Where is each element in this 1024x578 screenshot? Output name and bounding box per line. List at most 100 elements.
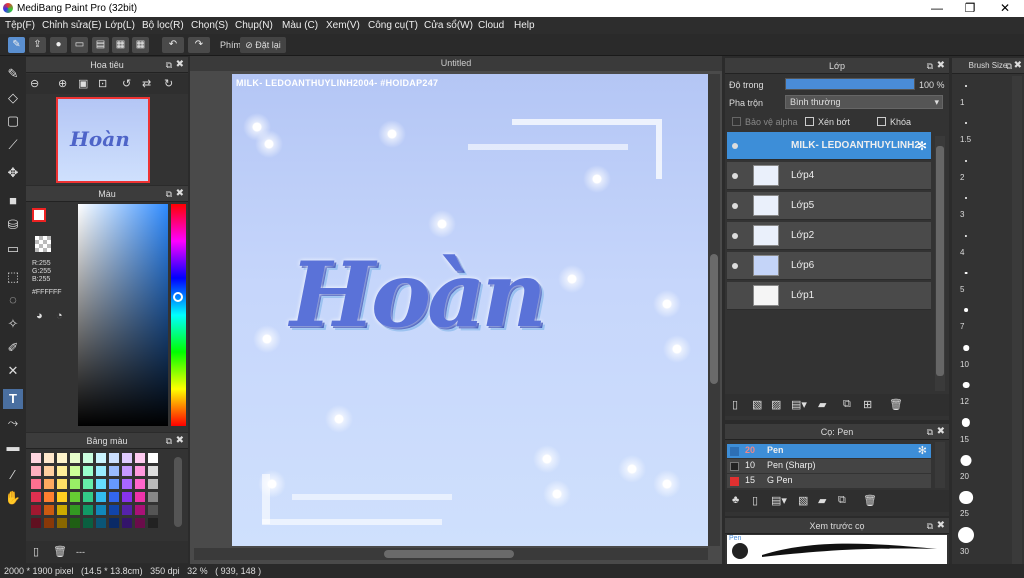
line-tool-icon[interactable]: ⟋	[3, 135, 23, 155]
lock-checkbox[interactable]	[877, 117, 886, 126]
layer-row[interactable]: Lớp1	[727, 282, 931, 310]
color-swatch[interactable]	[96, 518, 106, 528]
add-swatch-icon[interactable]: ▯	[33, 545, 39, 558]
maximize-icon[interactable]: ❐	[955, 1, 985, 15]
color-picker-icon[interactable]: ◔	[56, 310, 63, 322]
color-swatch[interactable]	[44, 453, 54, 463]
hand-tool-icon[interactable]: ✋	[3, 488, 23, 508]
color-swatch[interactable]	[83, 479, 93, 489]
color-swatch[interactable]	[109, 479, 119, 489]
merge-layer-icon[interactable]: ⊞	[863, 398, 872, 411]
rotate-left-icon[interactable]: ↺	[122, 77, 131, 90]
new-halftone-layer-icon[interactable]: ▧	[752, 398, 762, 411]
color-swatch[interactable]	[148, 505, 158, 515]
brush-row[interactable]: 15 G Pen	[727, 474, 931, 488]
panel-close-icon[interactable]: ✖	[937, 518, 945, 534]
protect-alpha-checkbox[interactable]	[732, 117, 741, 126]
panel-icon[interactable]: ▦	[112, 37, 129, 53]
duplicate-brush-icon[interactable]: ⧉	[838, 494, 846, 507]
layer-row[interactable]: MILK- LEDOANTHUYLINH2004- #HOIDAP247✻	[727, 132, 931, 160]
color-swatch[interactable]	[83, 453, 93, 463]
color-swatch[interactable]	[44, 479, 54, 489]
eye-icon[interactable]	[732, 263, 738, 269]
eye-icon[interactable]	[732, 143, 738, 149]
brush-size-dot[interactable]	[962, 381, 970, 389]
menu-item[interactable]: Màu (C)	[282, 20, 318, 31]
color-swatch[interactable]	[109, 518, 119, 528]
brush-size-dot[interactable]	[964, 308, 968, 313]
menu-item[interactable]: Cửa sổ(W)	[424, 20, 473, 31]
color-swatch[interactable]	[96, 466, 106, 476]
chat-icon[interactable]: ●	[50, 37, 67, 53]
select-eraser-tool-icon[interactable]: ✕	[3, 361, 23, 381]
color-swatch[interactable]	[135, 518, 145, 528]
color-swatch[interactable]	[148, 466, 158, 476]
minimize-icon[interactable]: —	[922, 1, 952, 15]
color-swatch[interactable]	[83, 466, 93, 476]
brush-scrollbar[interactable]	[935, 442, 945, 488]
color-swatch[interactable]	[31, 505, 41, 515]
fill-rect-tool-icon[interactable]: ■	[3, 191, 23, 211]
layer-row[interactable]: Lớp4	[727, 162, 931, 190]
flip-icon[interactable]: ⇄	[142, 77, 151, 90]
brush-mode-icon[interactable]: ✎	[8, 37, 25, 53]
gear-icon[interactable]: ✻	[917, 139, 927, 153]
hue-slider[interactable]	[171, 204, 186, 426]
menu-item[interactable]: Cloud	[478, 20, 504, 31]
gear-icon[interactable]: ✻	[918, 444, 927, 457]
menu-item[interactable]: Tệp(F)	[5, 20, 35, 31]
color-swatch[interactable]	[44, 518, 54, 528]
color-swatch[interactable]	[31, 453, 41, 463]
popout-icon[interactable]: ⧉	[927, 518, 933, 534]
color-swatch[interactable]	[31, 479, 41, 489]
delete-swatch-icon[interactable]: 🗑	[53, 545, 67, 558]
brush-size-dot[interactable]	[964, 234, 968, 237]
document-canvas[interactable]: MILK- LEDOANTHUYLINH2004- #HOIDAP247 Hoà…	[232, 74, 708, 546]
color-swatch[interactable]	[109, 492, 119, 502]
panel-close-icon[interactable]: ✖	[937, 424, 945, 440]
panel-close-icon[interactable]: ✖	[176, 57, 184, 73]
operation-tool-icon[interactable]: ⤳	[3, 413, 23, 433]
eyedropper-tool-icon[interactable]: ⁄	[3, 465, 23, 485]
brush-settings-icon[interactable]: ▧	[798, 494, 808, 507]
fit-icon[interactable]: ▣	[78, 77, 88, 90]
popout-icon[interactable]: ⧉	[1006, 58, 1012, 74]
document-tab[interactable]: Untitled	[190, 56, 722, 71]
magic-wand-tool-icon[interactable]: ✧	[3, 314, 23, 334]
color-swatch[interactable]	[31, 518, 41, 528]
color-swatch[interactable]	[57, 518, 67, 528]
opacity-slider[interactable]	[785, 78, 915, 90]
color-swatch[interactable]	[44, 505, 54, 515]
eye-icon[interactable]	[732, 233, 738, 239]
color-swatch[interactable]	[96, 479, 106, 489]
rect-tool-icon[interactable]: ▢	[3, 111, 23, 131]
color-swatch[interactable]	[83, 492, 93, 502]
layer-row[interactable]: Lớp5	[727, 192, 931, 220]
menu-item[interactable]: Bộ lọc(R)	[142, 20, 184, 31]
color-swatch[interactable]	[70, 505, 80, 515]
color-swatch[interactable]	[122, 453, 132, 463]
color-swatch[interactable]	[57, 453, 67, 463]
eye-icon[interactable]	[732, 173, 738, 179]
color-swatch[interactable]	[57, 492, 67, 502]
eye-icon[interactable]	[732, 203, 738, 209]
brush-folder-icon[interactable]: ▰	[818, 494, 826, 507]
brush-size-dot[interactable]	[965, 197, 967, 200]
color-swatch[interactable]	[44, 466, 54, 476]
color-swatch[interactable]	[57, 466, 67, 476]
comment-icon[interactable]: ▭	[71, 37, 88, 53]
brush-size-dot[interactable]	[960, 454, 972, 466]
brush-size-dot[interactable]	[959, 490, 973, 505]
transparent-color-swatch[interactable]	[35, 236, 51, 252]
foreground-color-swatch[interactable]	[32, 208, 46, 222]
brush-size-dot[interactable]	[965, 122, 967, 125]
color-swatch[interactable]	[122, 505, 132, 515]
popout-icon[interactable]: ⧉	[166, 186, 172, 202]
menu-item[interactable]: Xem(V)	[326, 20, 360, 31]
horizontal-scrollbar[interactable]	[194, 548, 708, 560]
popout-icon[interactable]: ⧉	[927, 424, 933, 440]
navigator-thumbnail[interactable]: Hoàn	[56, 97, 150, 183]
color-swatch[interactable]	[70, 492, 80, 502]
color-swatch[interactable]	[70, 518, 80, 528]
move-tool-icon[interactable]: ✥	[3, 163, 23, 183]
